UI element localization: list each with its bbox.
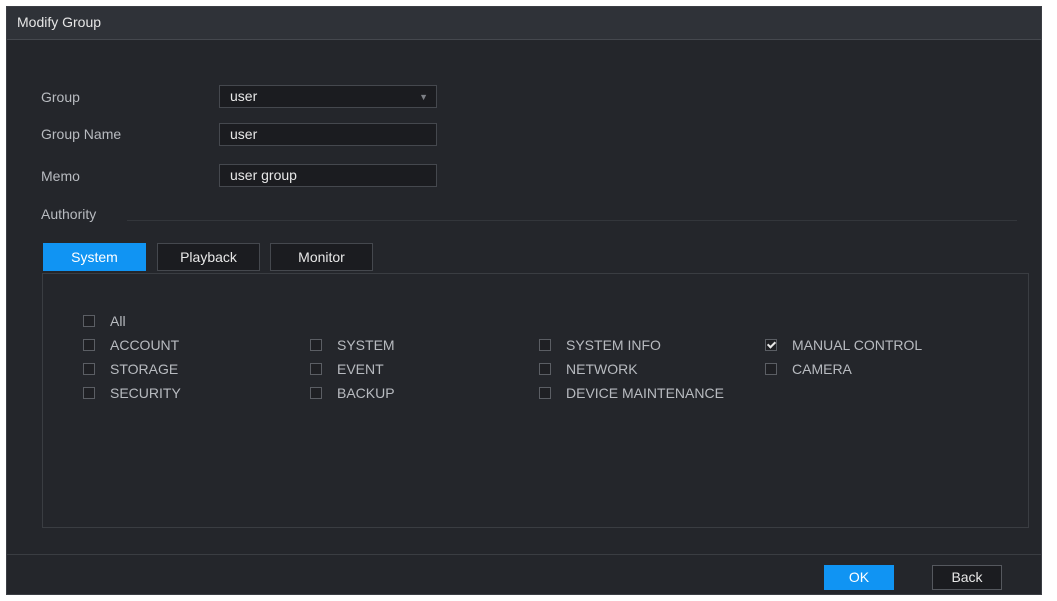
checkbox-account-box[interactable]	[83, 339, 95, 351]
checkbox-camera[interactable]: CAMERA	[765, 360, 852, 378]
checkbox-camera-box[interactable]	[765, 363, 777, 375]
checkbox-network[interactable]: NETWORK	[539, 360, 638, 378]
checkbox-event-box[interactable]	[310, 363, 322, 375]
chevron-down-icon: ▼	[419, 92, 428, 102]
authority-divider	[127, 220, 1017, 221]
ok-button[interactable]: OK	[824, 565, 894, 590]
system-permissions-panel	[42, 273, 1029, 528]
checkbox-all-box[interactable]	[83, 315, 95, 327]
checkbox-account[interactable]: ACCOUNT	[83, 336, 179, 354]
memo-label: Memo	[41, 168, 80, 184]
checkbox-network-label: NETWORK	[566, 361, 638, 377]
memo-field[interactable]: user group	[219, 164, 437, 187]
checkbox-system-label: SYSTEM	[337, 337, 395, 353]
checkbox-system[interactable]: SYSTEM	[310, 336, 395, 354]
checkbox-system-info-box[interactable]	[539, 339, 551, 351]
checkbox-device-maintenance[interactable]: DEVICE MAINTENANCE	[539, 384, 724, 402]
checkbox-all[interactable]: All	[83, 312, 126, 330]
checkbox-device-maintenance-label: DEVICE MAINTENANCE	[566, 385, 724, 401]
checkbox-device-maintenance-box[interactable]	[539, 387, 551, 399]
checkbox-security-label: SECURITY	[110, 385, 181, 401]
checkbox-event-label: EVENT	[337, 361, 384, 377]
footer-divider	[7, 554, 1041, 555]
tab-monitor[interactable]: Monitor	[270, 243, 373, 271]
modify-group-dialog: Modify Group Group user ▼ Group Name use…	[6, 6, 1042, 595]
checkbox-security-box[interactable]	[83, 387, 95, 399]
authority-label: Authority	[41, 206, 97, 222]
group-name-field[interactable]: user	[219, 123, 437, 146]
back-button[interactable]: Back	[932, 565, 1002, 590]
group-select[interactable]: user ▼	[219, 85, 437, 108]
checkbox-event[interactable]: EVENT	[310, 360, 384, 378]
group-name-label: Group Name	[41, 126, 122, 142]
checkbox-security[interactable]: SECURITY	[83, 384, 181, 402]
checkbox-system-info[interactable]: SYSTEM INFO	[539, 336, 661, 354]
group-select-value: user	[230, 88, 258, 104]
checkbox-backup[interactable]: BACKUP	[310, 384, 395, 402]
checkbox-backup-box[interactable]	[310, 387, 322, 399]
checkbox-storage-label: STORAGE	[110, 361, 179, 377]
checkbox-manual-control-box[interactable]	[765, 339, 777, 351]
group-label: Group	[41, 89, 80, 105]
checkbox-storage[interactable]: STORAGE	[83, 360, 178, 378]
checkbox-system-info-label: SYSTEM INFO	[566, 337, 661, 353]
checkbox-manual-control[interactable]: MANUAL CONTROL	[765, 336, 922, 354]
title-bar: Modify Group	[7, 7, 1041, 40]
tab-playback[interactable]: Playback	[157, 243, 260, 271]
checkbox-all-label: All	[110, 313, 126, 329]
checkbox-backup-label: BACKUP	[337, 385, 395, 401]
checkbox-manual-control-label: MANUAL CONTROL	[792, 337, 923, 353]
checkbox-storage-box[interactable]	[83, 363, 95, 375]
tab-system[interactable]: System	[43, 243, 146, 271]
checkbox-network-box[interactable]	[539, 363, 551, 375]
checkbox-camera-label: CAMERA	[792, 361, 852, 377]
checkbox-account-label: ACCOUNT	[110, 337, 180, 353]
dialog-title: Modify Group	[17, 14, 102, 30]
checkbox-system-box[interactable]	[310, 339, 322, 351]
